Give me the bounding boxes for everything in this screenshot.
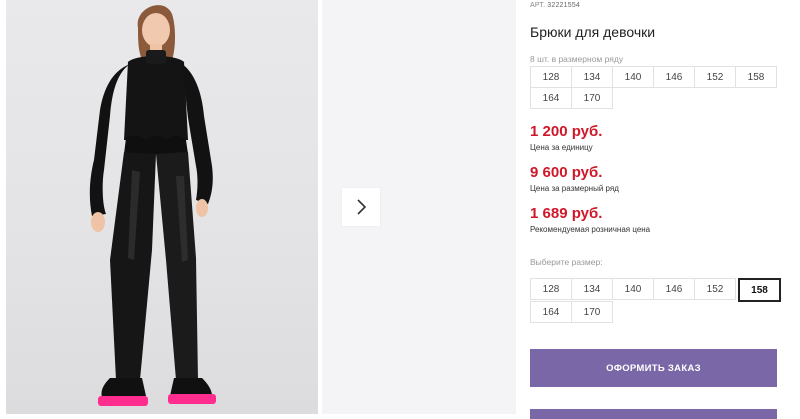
size-row-note: 8 шт. в размерном ряду [530,54,624,64]
chevron-right-icon [357,199,367,215]
size-row-cell: 170 [571,87,613,109]
size-option[interactable]: 146 [653,278,695,300]
retail-price: 1 689 руб. [530,205,603,222]
size-row-cell: 164 [530,87,572,109]
place-order-button[interactable]: ОФОРМИТЬ ЗАКАЗ [530,349,777,387]
retail-price-label: Рекомендуемая розничная цена [530,225,651,234]
size-row-cell: 146 [653,66,695,88]
unit-price-label: Цена за единицу [530,143,593,152]
size-row-price-label: Цена за размерный ряд [530,184,619,193]
size-row-cell: 152 [694,66,736,88]
choose-size-label: Выберите размер: [530,257,603,267]
product-gallery [0,0,516,414]
size-row-cell: 158 [735,66,777,88]
sku: АРТ. 32221554 [530,2,580,9]
sku-value: 32221554 [547,2,581,9]
size-option[interactable]: 140 [612,278,654,300]
size-option[interactable]: 164 [530,301,572,323]
product-info-panel: АРТ. 32221554 Брюки для девочки 8 шт. в р… [530,0,800,419]
unit-price: 1 200 руб. [530,123,603,140]
size-option[interactable]: 152 [694,278,736,300]
product-photo-illustration [89,5,216,406]
secondary-action-button[interactable] [530,409,777,419]
product-photo [6,0,318,414]
gallery-next-button[interactable] [342,188,380,226]
size-option[interactable]: 134 [571,278,613,300]
size-row-cell: 128 [530,66,572,88]
size-row-price: 9 600 руб. [530,164,603,181]
size-option[interactable]: 128 [530,278,572,300]
size-row-cell: 134 [571,66,613,88]
sku-label: АРТ. [530,2,546,9]
product-title: Брюки для девочки [530,24,656,40]
size-row-cell: 140 [612,66,654,88]
size-option-selected[interactable]: 158 [738,278,781,302]
size-option[interactable]: 170 [571,301,613,323]
